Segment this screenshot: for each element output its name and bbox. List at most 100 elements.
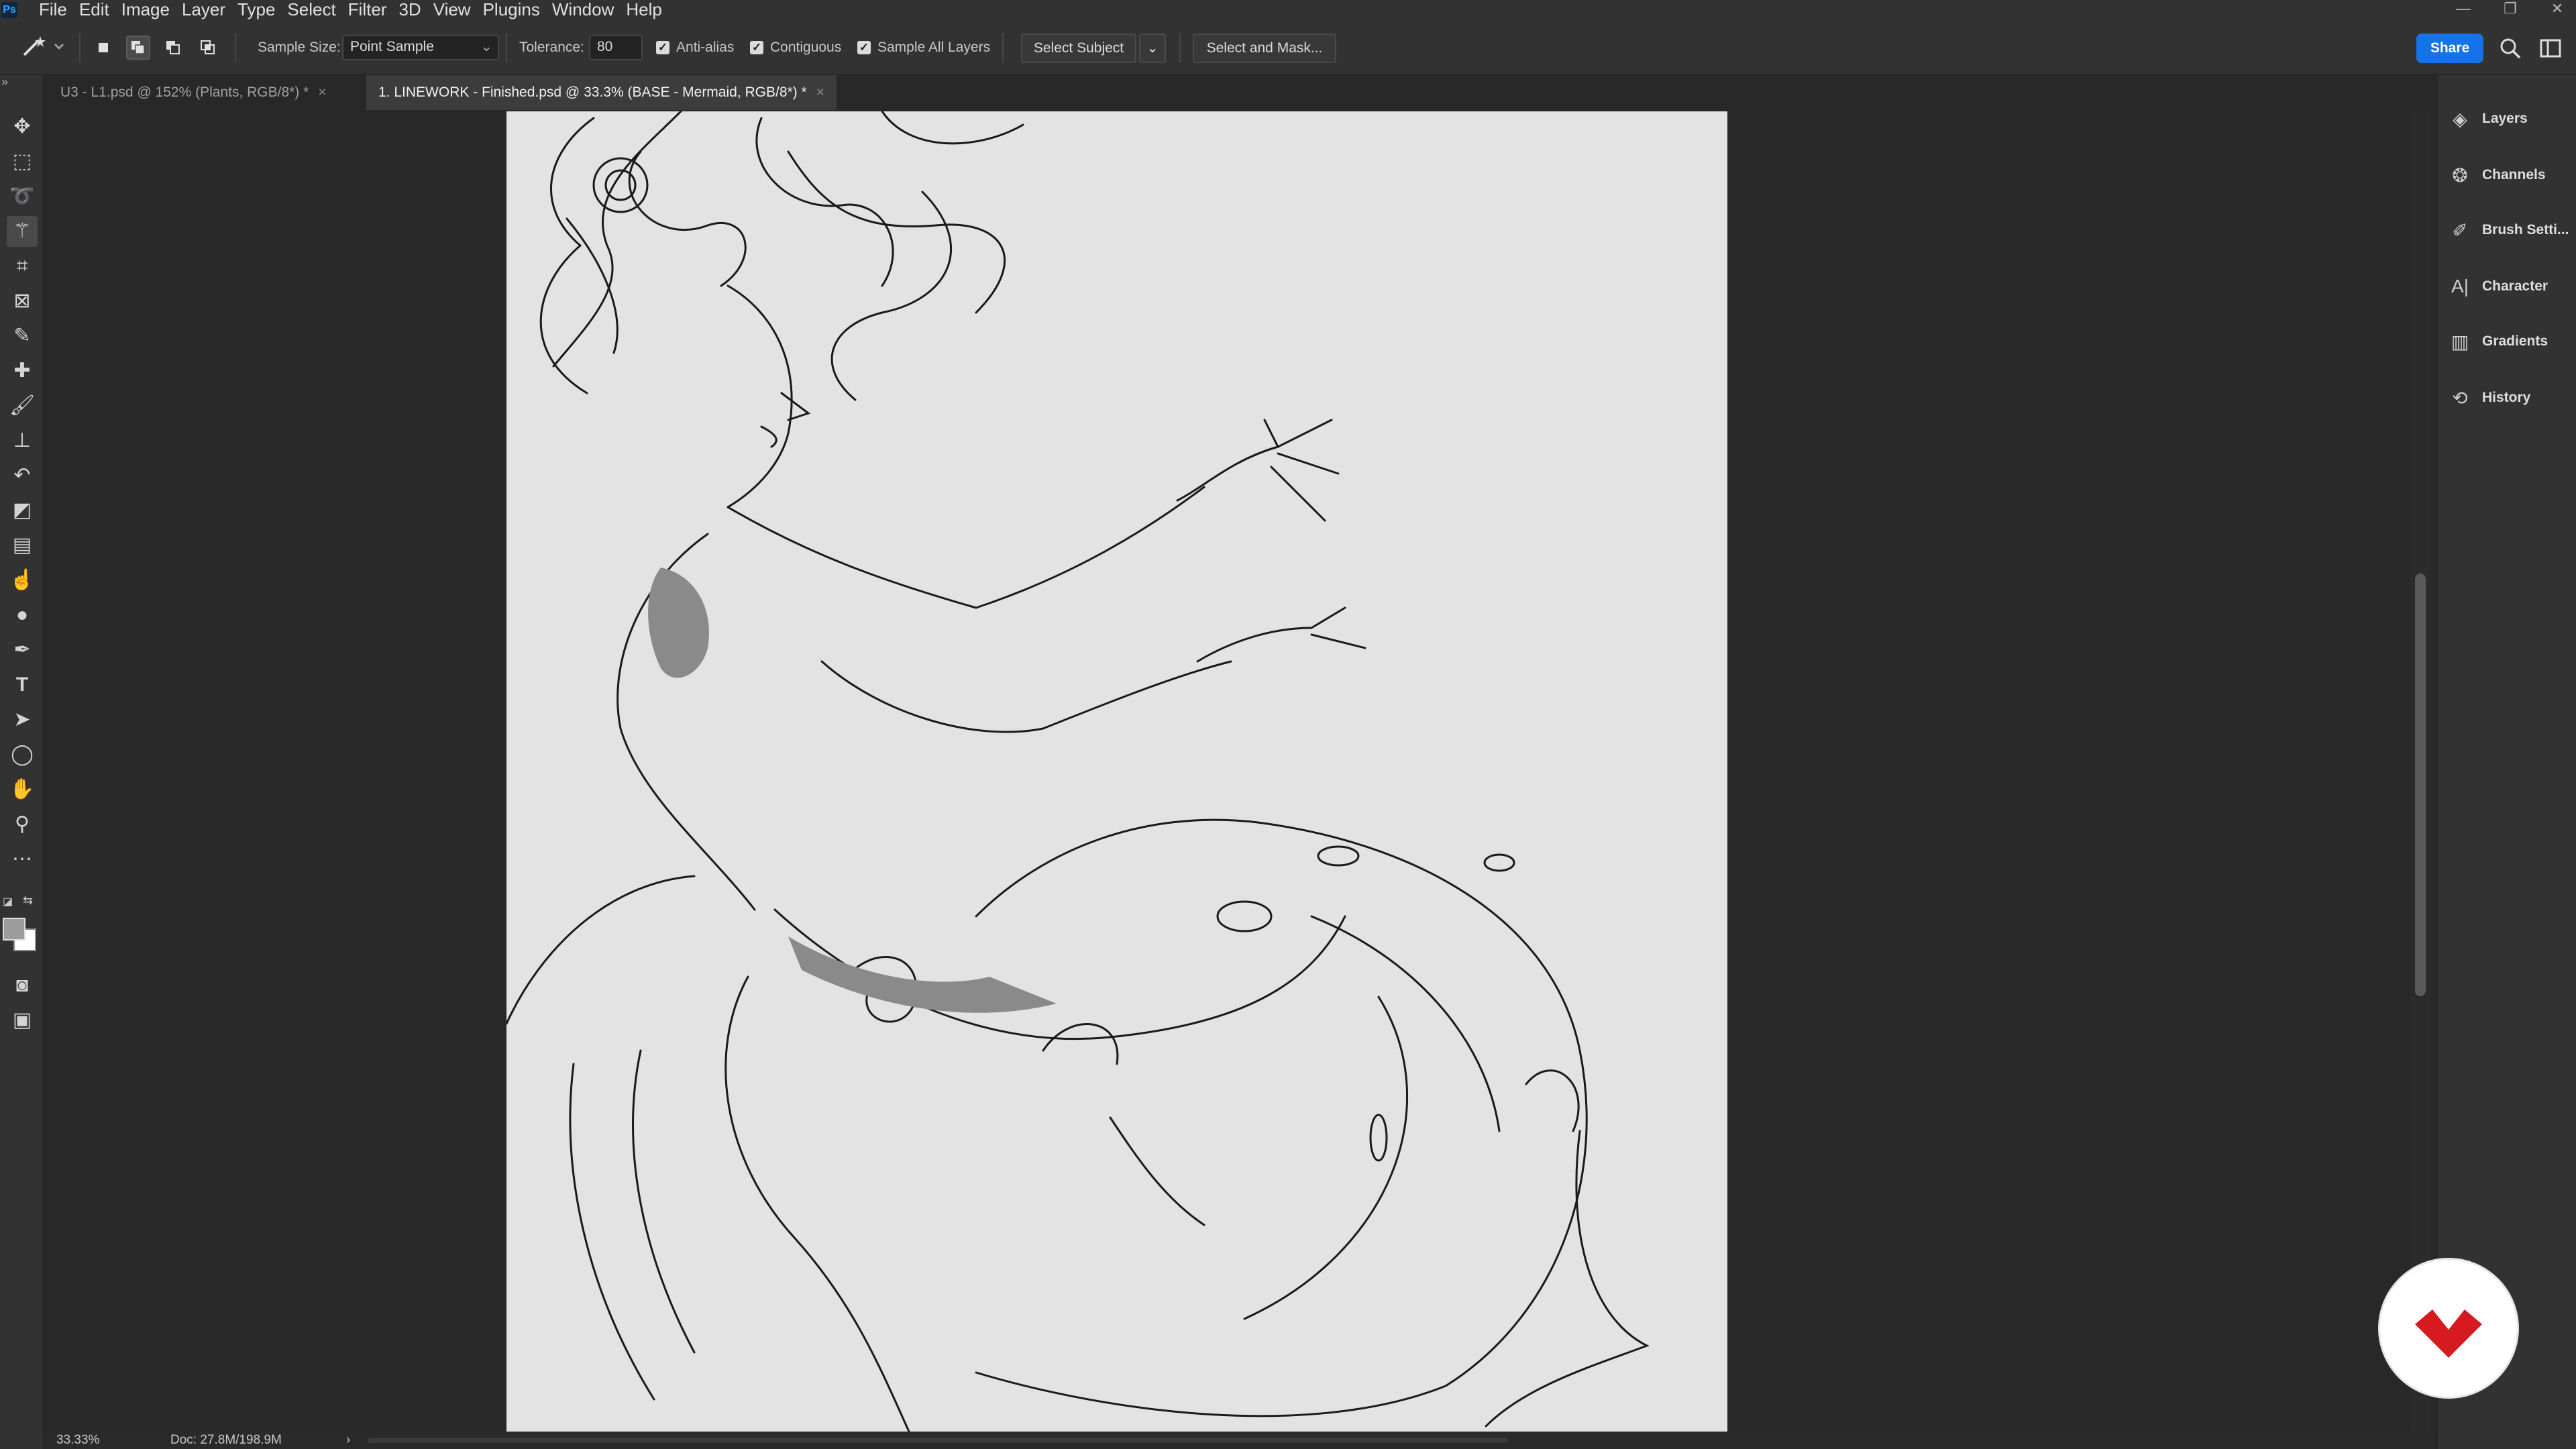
chevron-down-icon: ⌄ <box>1146 40 1159 56</box>
intersect-selection-icon <box>201 40 215 54</box>
pen-tool-icon[interactable]: ✒ <box>7 635 38 665</box>
zoom-level[interactable]: 33.33% <box>56 1432 99 1449</box>
menu-3d[interactable]: 3D <box>394 0 425 20</box>
healing-brush-icon[interactable]: ✚ <box>7 356 38 386</box>
subtract-selection-button[interactable] <box>161 36 185 60</box>
menu-items: File Edit Image Layer Type Select Filter… <box>35 0 666 20</box>
panel-gradients[interactable]: ▥ Gradients <box>2449 318 2573 365</box>
status-bar: 33.33% Doc: 27.8M/198.9M › <box>46 1432 2434 1449</box>
hand-tool-icon[interactable]: ✋ <box>7 774 38 805</box>
path-selection-icon[interactable]: ➤ <box>7 704 38 735</box>
lasso-tool-icon[interactable]: ➰ <box>7 181 38 212</box>
magic-wand-tool-icon[interactable]: ⚚ <box>7 216 38 247</box>
menu-file[interactable]: File <box>35 0 71 20</box>
channels-icon: ❂ <box>2452 164 2468 186</box>
crop-tool-icon[interactable]: ⌗ <box>7 251 38 282</box>
panel-dock: ◈ Layers ❂ Channels ✐ Brush Setti... A| … <box>2436 75 2576 1449</box>
panel-label: Layers <box>2482 111 2528 126</box>
foreground-color-swatch[interactable] <box>3 918 25 941</box>
status-menu-arrow[interactable]: › <box>346 1432 350 1449</box>
sample-size-dropdown[interactable]: Point Sample ⌄ <box>342 35 499 60</box>
tab-label: 1. LINEWORK - Finished.psd @ 33.3% (BASE… <box>378 85 807 100</box>
panel-character[interactable]: A| Character <box>2449 263 2573 310</box>
tab-u3-l1[interactable]: U3 - L1.psd @ 152% (Plants, RGB/8*) * × <box>48 75 339 110</box>
close-icon[interactable]: × <box>816 85 824 100</box>
separator <box>79 33 80 62</box>
separator <box>1179 33 1181 62</box>
options-bar: Sample Size: Point Sample ⌄ Tolerance: 8… <box>0 20 2576 75</box>
brush-tool-icon[interactable]: 🖌 <box>7 390 38 421</box>
frame-tool-icon[interactable]: ⊠ <box>7 286 38 317</box>
menu-help[interactable]: Help <box>622 0 665 20</box>
new-selection-button[interactable] <box>91 36 115 60</box>
panel-layers[interactable]: ◈ Layers <box>2449 95 2573 142</box>
add-selection-icon <box>131 41 145 54</box>
menu-type[interactable]: Type <box>233 0 279 20</box>
document-canvas[interactable] <box>505 110 1727 1433</box>
more-tools-icon[interactable]: ⋯ <box>7 844 38 875</box>
minimize-icon[interactable]: — <box>2450 0 2477 20</box>
menu-image[interactable]: Image <box>117 0 174 20</box>
tools-panel: » ✥ ⬚ ➰ ⚚ ⌗ ⊠ ✎ ✚ 🖌 ⊥ ↶ ◩ ▤ ☝ ● ✒ T ➤ ◯ … <box>0 75 44 1449</box>
menu-bar: Ps File Edit Image Layer Type Select Fil… <box>0 0 2576 20</box>
menu-edit[interactable]: Edit <box>75 0 113 20</box>
menu-layer[interactable]: Layer <box>178 0 229 20</box>
panel-channels[interactable]: ❂ Channels <box>2449 152 2573 199</box>
dodge-tool-icon[interactable]: ● <box>7 600 38 631</box>
select-and-mask-button[interactable]: Select and Mask... <box>1193 34 1336 63</box>
select-subject-dropdown[interactable]: ⌄ <box>1139 34 1166 63</box>
tab-linework-finished[interactable]: 1. LINEWORK - Finished.psd @ 33.3% (BASE… <box>366 75 837 110</box>
zoom-tool-icon[interactable]: ⚲ <box>7 809 38 840</box>
swap-colors-icon[interactable]: ⇆ <box>23 894 33 908</box>
collapse-icon[interactable]: » <box>1 75 8 89</box>
search-button[interactable] <box>2498 36 2522 60</box>
select-subject-button[interactable]: Select Subject <box>1021 34 1136 63</box>
quick-mask-icon[interactable]: ◙ <box>7 970 38 1001</box>
marquee-tool-icon[interactable]: ⬚ <box>7 146 38 177</box>
sample-all-layers-option[interactable]: ✓ Sample All Layers <box>857 34 990 61</box>
contiguous-checkbox[interactable]: ✓ <box>750 41 763 54</box>
screen-mode-icon[interactable]: ▣ <box>7 1005 38 1036</box>
type-tool-icon[interactable]: T <box>7 669 38 700</box>
menu-window[interactable]: Window <box>548 0 618 20</box>
gradient-tool-icon[interactable]: ▤ <box>7 530 38 561</box>
share-button[interactable]: Share <box>2416 34 2483 63</box>
intersect-selection-button[interactable] <box>196 36 220 60</box>
add-to-selection-button[interactable] <box>126 36 150 60</box>
eraser-tool-icon[interactable]: ◩ <box>7 495 38 526</box>
brush-settings-icon: ✐ <box>2452 219 2468 241</box>
mermaid-linework-artwork <box>505 110 1650 1433</box>
eyedropper-tool-icon[interactable]: ✎ <box>7 321 38 352</box>
contiguous-label: Contiguous <box>770 40 842 55</box>
panel-label: History <box>2482 390 2531 405</box>
document-size: Doc: 27.8M/198.9M <box>170 1433 282 1447</box>
menu-select[interactable]: Select <box>283 0 339 20</box>
anti-alias-checkbox[interactable]: ✓ <box>656 41 669 54</box>
subtract-selection-icon <box>166 41 180 54</box>
restore-icon[interactable]: ❐ <box>2497 0 2524 20</box>
horizontal-scrollbar[interactable] <box>368 1438 1508 1443</box>
ellipse-tool-icon[interactable]: ◯ <box>7 739 38 770</box>
default-colors-icon[interactable]: ◪ <box>3 895 13 908</box>
tool-preset-picker[interactable] <box>20 35 67 62</box>
contiguous-option[interactable]: ✓ Contiguous <box>750 34 841 61</box>
panel-brush-settings[interactable]: ✐ Brush Setti... <box>2449 207 2573 254</box>
clone-stamp-icon[interactable]: ⊥ <box>7 425 38 456</box>
menu-view[interactable]: View <box>429 0 475 20</box>
move-tool-icon[interactable]: ✥ <box>7 111 38 142</box>
smudge-tool-icon[interactable]: ☝ <box>7 565 38 596</box>
tolerance-input[interactable]: 80 <box>589 35 643 60</box>
menu-plugins[interactable]: Plugins <box>479 0 544 20</box>
close-icon[interactable]: × <box>318 85 326 100</box>
close-icon[interactable]: ✕ <box>2544 0 2571 20</box>
anti-alias-option[interactable]: ✓ Anti-alias <box>656 34 734 61</box>
workspace-button[interactable] <box>2538 36 2563 60</box>
panel-history[interactable]: ⟲ History <box>2449 374 2573 421</box>
vertical-scroll-thumb[interactable] <box>2415 574 2426 996</box>
sample-all-layers-label: Sample All Layers <box>877 40 991 55</box>
history-brush-icon[interactable]: ↶ <box>7 460 38 491</box>
panel-label: Character <box>2482 278 2548 294</box>
menu-filter[interactable]: Filter <box>344 0 391 20</box>
sample-all-layers-checkbox[interactable]: ✓ <box>857 41 871 54</box>
brand-logo-badge <box>2380 1260 2517 1397</box>
